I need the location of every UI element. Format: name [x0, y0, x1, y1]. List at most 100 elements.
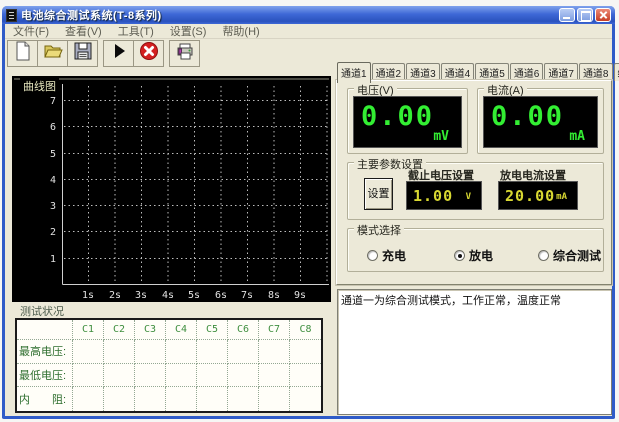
save-button[interactable]	[67, 40, 98, 67]
app-window: 电池综合测试系统(T-8系列) 文件(F) 查看(V) 工具(T) 设置(S) …	[2, 6, 615, 419]
table-cell	[197, 364, 228, 388]
curve-chart-plot: 7 6 5 4 3 2 1 1s 2s 3s 4s 5s 6s 7s	[12, 76, 331, 302]
menu-tools[interactable]: 工具(T)	[110, 23, 162, 39]
tab-channel-6[interactable]: 通道6	[510, 63, 544, 81]
new-button[interactable]	[7, 40, 38, 67]
table-cell	[290, 340, 321, 364]
table-cell	[228, 364, 259, 388]
table-cell	[73, 387, 104, 411]
open-button[interactable]	[37, 40, 68, 67]
main-params-group: 主要参数设置 设置 截止电压设置 1.00 V 放电电流设置 20.00 mA	[347, 162, 604, 220]
radio-discharge[interactable]: 放电	[454, 247, 493, 264]
menu-bar: 文件(F) 查看(V) 工具(T) 设置(S) 帮助(H)	[5, 24, 612, 39]
table-cell	[166, 387, 197, 411]
table-cell	[259, 387, 290, 411]
new-document-icon	[13, 41, 33, 66]
radio-combined-test[interactable]: 综合测试	[538, 247, 601, 264]
curve-chart-label: 曲线图	[20, 78, 59, 94]
menu-view[interactable]: 查看(V)	[57, 23, 110, 39]
tab-draw[interactable]: 绘图	[614, 63, 619, 81]
table-cell	[104, 364, 135, 388]
current-value: 0.00	[491, 101, 564, 132]
stop-button[interactable]	[133, 40, 164, 67]
open-folder-icon	[43, 41, 63, 66]
radio-charge[interactable]: 充电	[367, 247, 406, 264]
menu-settings[interactable]: 设置(S)	[162, 23, 215, 39]
table-cell	[259, 340, 290, 364]
maximize-button[interactable]	[577, 8, 593, 22]
x-tick: 2s	[109, 290, 121, 301]
col-header-c6: C6	[228, 320, 259, 340]
tab-channel-4[interactable]: 通道4	[441, 63, 475, 81]
tab-channel-5[interactable]: 通道5	[475, 63, 509, 81]
table-cell	[290, 387, 321, 411]
table-cell	[228, 387, 259, 411]
desktop: 电池综合测试系统(T-8系列) 文件(F) 查看(V) 工具(T) 设置(S) …	[0, 0, 619, 422]
x-tick: 1s	[82, 290, 94, 301]
menu-file[interactable]: 文件(F)	[5, 23, 57, 39]
table-cell	[104, 387, 135, 411]
play-icon	[110, 42, 128, 65]
col-header-c8: C8	[290, 320, 321, 340]
cutoff-voltage-value: 1.00	[413, 187, 453, 205]
voltage-value: 0.00	[361, 101, 434, 132]
x-tick: 3s	[135, 290, 147, 301]
channel-tabstrip: 通道1 通道2 通道3 通道4 通道5 通道6 通道7 通道8 绘图 通用	[337, 64, 612, 81]
col-header-c4: C4	[166, 320, 197, 340]
cutoff-voltage-display: 1.00 V	[406, 181, 482, 210]
tab-channel-8[interactable]: 通道8	[579, 63, 613, 81]
table-cell	[135, 364, 166, 388]
tab-channel-2[interactable]: 通道2	[372, 63, 406, 81]
tab-channel-3[interactable]: 通道3	[406, 63, 440, 81]
x-tick: 9s	[294, 290, 306, 301]
print-button[interactable]	[169, 40, 200, 67]
mode-select-group: 模式选择 充电 放电 综合测试	[347, 228, 604, 272]
status-message: 通道一为综合测试模式，工作正常，温度正常	[341, 292, 608, 308]
set-button[interactable]: 设置	[364, 178, 393, 210]
radio-circle-icon	[538, 250, 549, 261]
table-cell	[166, 340, 197, 364]
status-message-box[interactable]: 通道一为综合测试模式，工作正常，温度正常	[337, 289, 612, 415]
y-tick: 1	[50, 254, 56, 265]
y-tick: 5	[50, 149, 56, 160]
menu-help[interactable]: 帮助(H)	[214, 23, 267, 39]
tab-channel-7[interactable]: 通道7	[544, 63, 578, 81]
current-group: 电流(A) 0.00 mA	[477, 88, 604, 154]
row-header-max-voltage: 最高电压:	[17, 340, 73, 364]
table-cell	[166, 364, 197, 388]
col-header-c7: C7	[259, 320, 290, 340]
x-tick: 5s	[188, 290, 200, 301]
table-cell	[197, 387, 228, 411]
current-display: 0.00 mA	[483, 96, 598, 148]
mode-select-group-label: 模式选择	[354, 222, 404, 238]
x-tick: 7s	[241, 290, 253, 301]
table-cell	[290, 364, 321, 388]
minimize-button[interactable]	[559, 8, 575, 22]
radio-circle-icon	[454, 250, 465, 261]
table-cell	[259, 364, 290, 388]
x-tick: 4s	[162, 290, 174, 301]
radio-discharge-label: 放电	[469, 247, 493, 264]
table-cell	[228, 340, 259, 364]
table-cell	[104, 340, 135, 364]
voltage-unit: mV	[433, 129, 449, 144]
radio-combined-test-label: 综合测试	[553, 247, 601, 264]
table-cell	[135, 340, 166, 364]
test-status-table: C1 C2 C3 C4 C5 C6 C7 C8 最高电压: 最低电压: 内 阻:	[15, 318, 323, 413]
tab-channel-1[interactable]: 通道1	[337, 62, 371, 83]
col-header-c5: C5	[197, 320, 228, 340]
y-tick: 2	[50, 227, 56, 238]
window-title: 电池综合测试系统(T-8系列)	[21, 7, 162, 23]
title-bar[interactable]: 电池综合测试系统(T-8系列)	[2, 6, 615, 24]
cutoff-voltage-unit: V	[466, 192, 471, 202]
row-header-internal-resistance: 内 阻:	[17, 387, 73, 411]
col-header-c2: C2	[104, 320, 135, 340]
close-button[interactable]	[595, 8, 611, 22]
x-tick: 8s	[268, 290, 280, 301]
app-icon	[6, 9, 17, 22]
col-header-c3: C3	[135, 320, 166, 340]
stop-icon	[139, 41, 159, 66]
curve-chart-group: 曲线图	[12, 76, 331, 302]
start-button[interactable]	[103, 40, 134, 67]
y-tick: 4	[50, 175, 56, 186]
